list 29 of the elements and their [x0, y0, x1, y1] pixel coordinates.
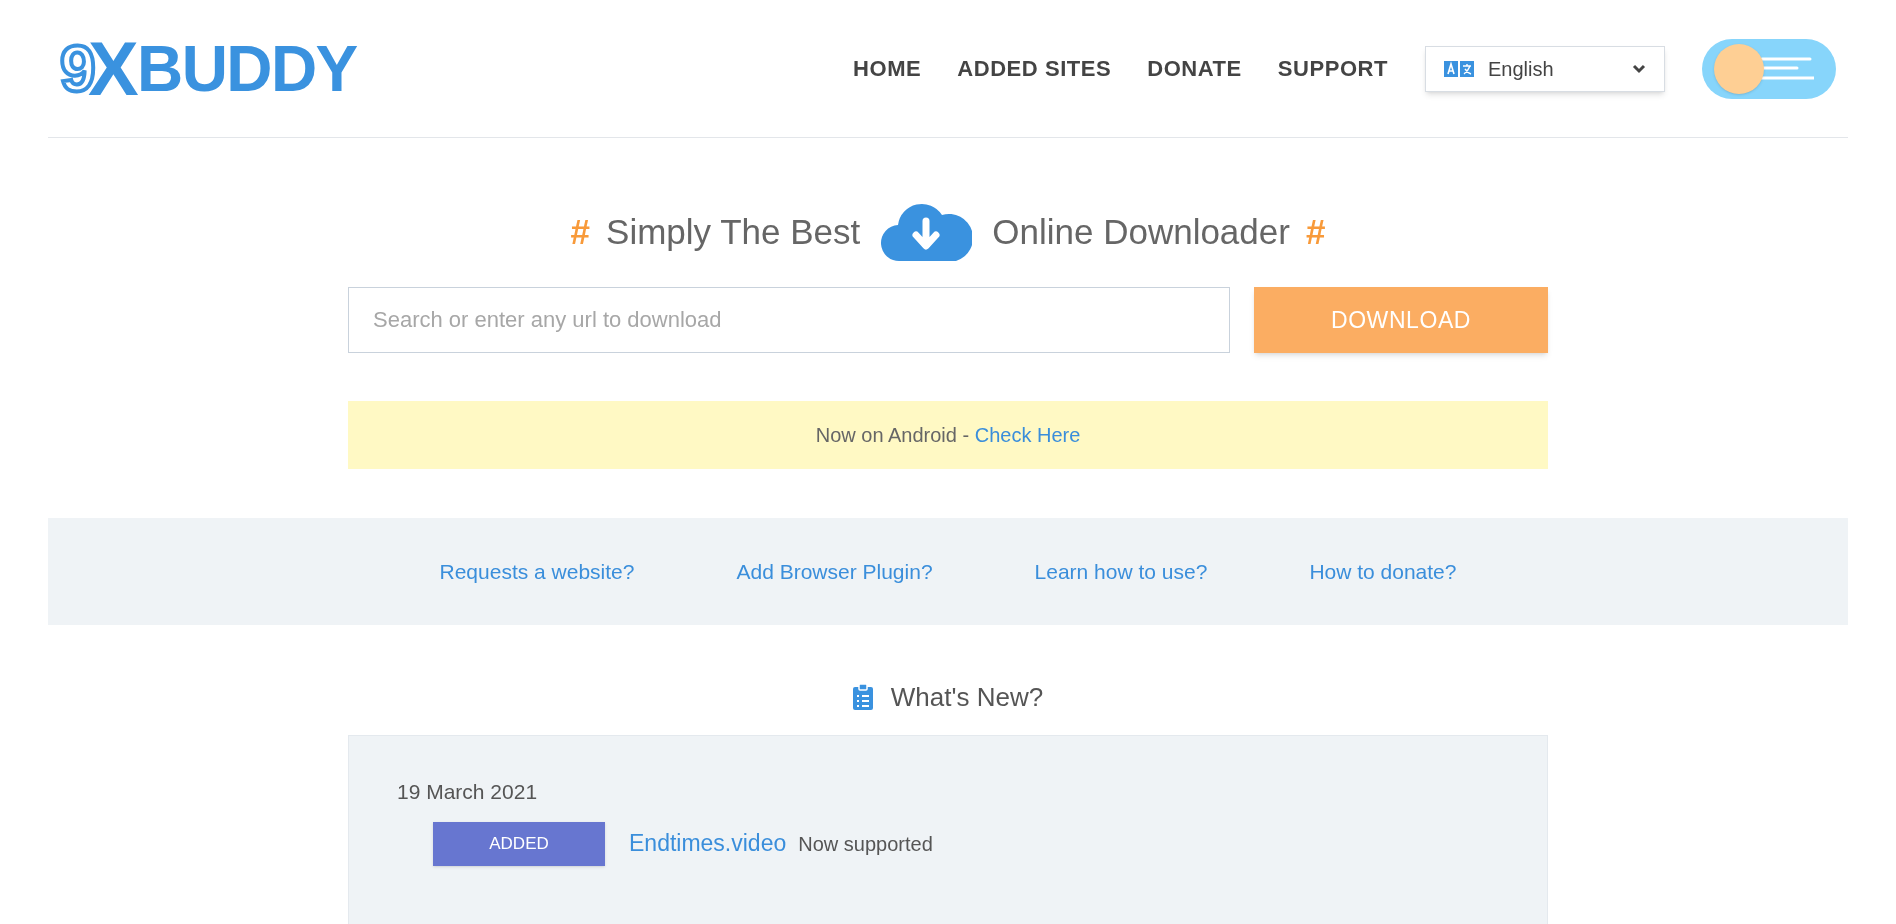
help-link[interactable]: How to donate?	[1309, 555, 1457, 588]
logo[interactable]: 9XBUDDY	[60, 28, 357, 109]
site-note: Now supported	[798, 832, 933, 858]
nav-link[interactable]: HOME	[853, 52, 922, 85]
translate-icon	[1444, 60, 1474, 77]
tagline-text: Simply The Best	[606, 210, 861, 253]
download-button[interactable]: DOWNLOAD	[1254, 287, 1548, 353]
url-input-field[interactable]: Search or enter any url to download	[348, 287, 1230, 353]
chevron-down-icon	[1632, 63, 1646, 74]
nav-link[interactable]: SUPPORT	[1277, 52, 1388, 85]
help-link[interactable]: Requests a website?	[439, 555, 635, 588]
banner-text: Now on Android -	[815, 423, 971, 448]
cloud-download-icon	[880, 201, 973, 263]
clipboard-list-icon	[852, 684, 873, 710]
news-date: 19 March 2021	[397, 779, 539, 805]
check-here-link[interactable]: Check Here	[974, 420, 1081, 450]
help-link[interactable]: Learn how to use?	[1034, 555, 1208, 588]
hash-mark: #	[570, 210, 591, 253]
nav-link[interactable]: ADDED SITES	[957, 52, 1112, 85]
help-link[interactable]: Add Browser Plugin?	[736, 555, 933, 588]
sun-knob	[1714, 43, 1764, 94]
nav-link[interactable]: DONATE	[1147, 52, 1242, 85]
tagline-text: Online Downloader	[992, 210, 1290, 253]
language-select[interactable]: English	[1425, 45, 1665, 92]
language-value: English	[1488, 56, 1555, 82]
section-title: What's New?	[890, 680, 1044, 714]
hash-mark: #	[1305, 210, 1326, 253]
site-link[interactable]: Endtimes.video	[629, 826, 787, 861]
status-badge: ADDED	[433, 821, 605, 866]
